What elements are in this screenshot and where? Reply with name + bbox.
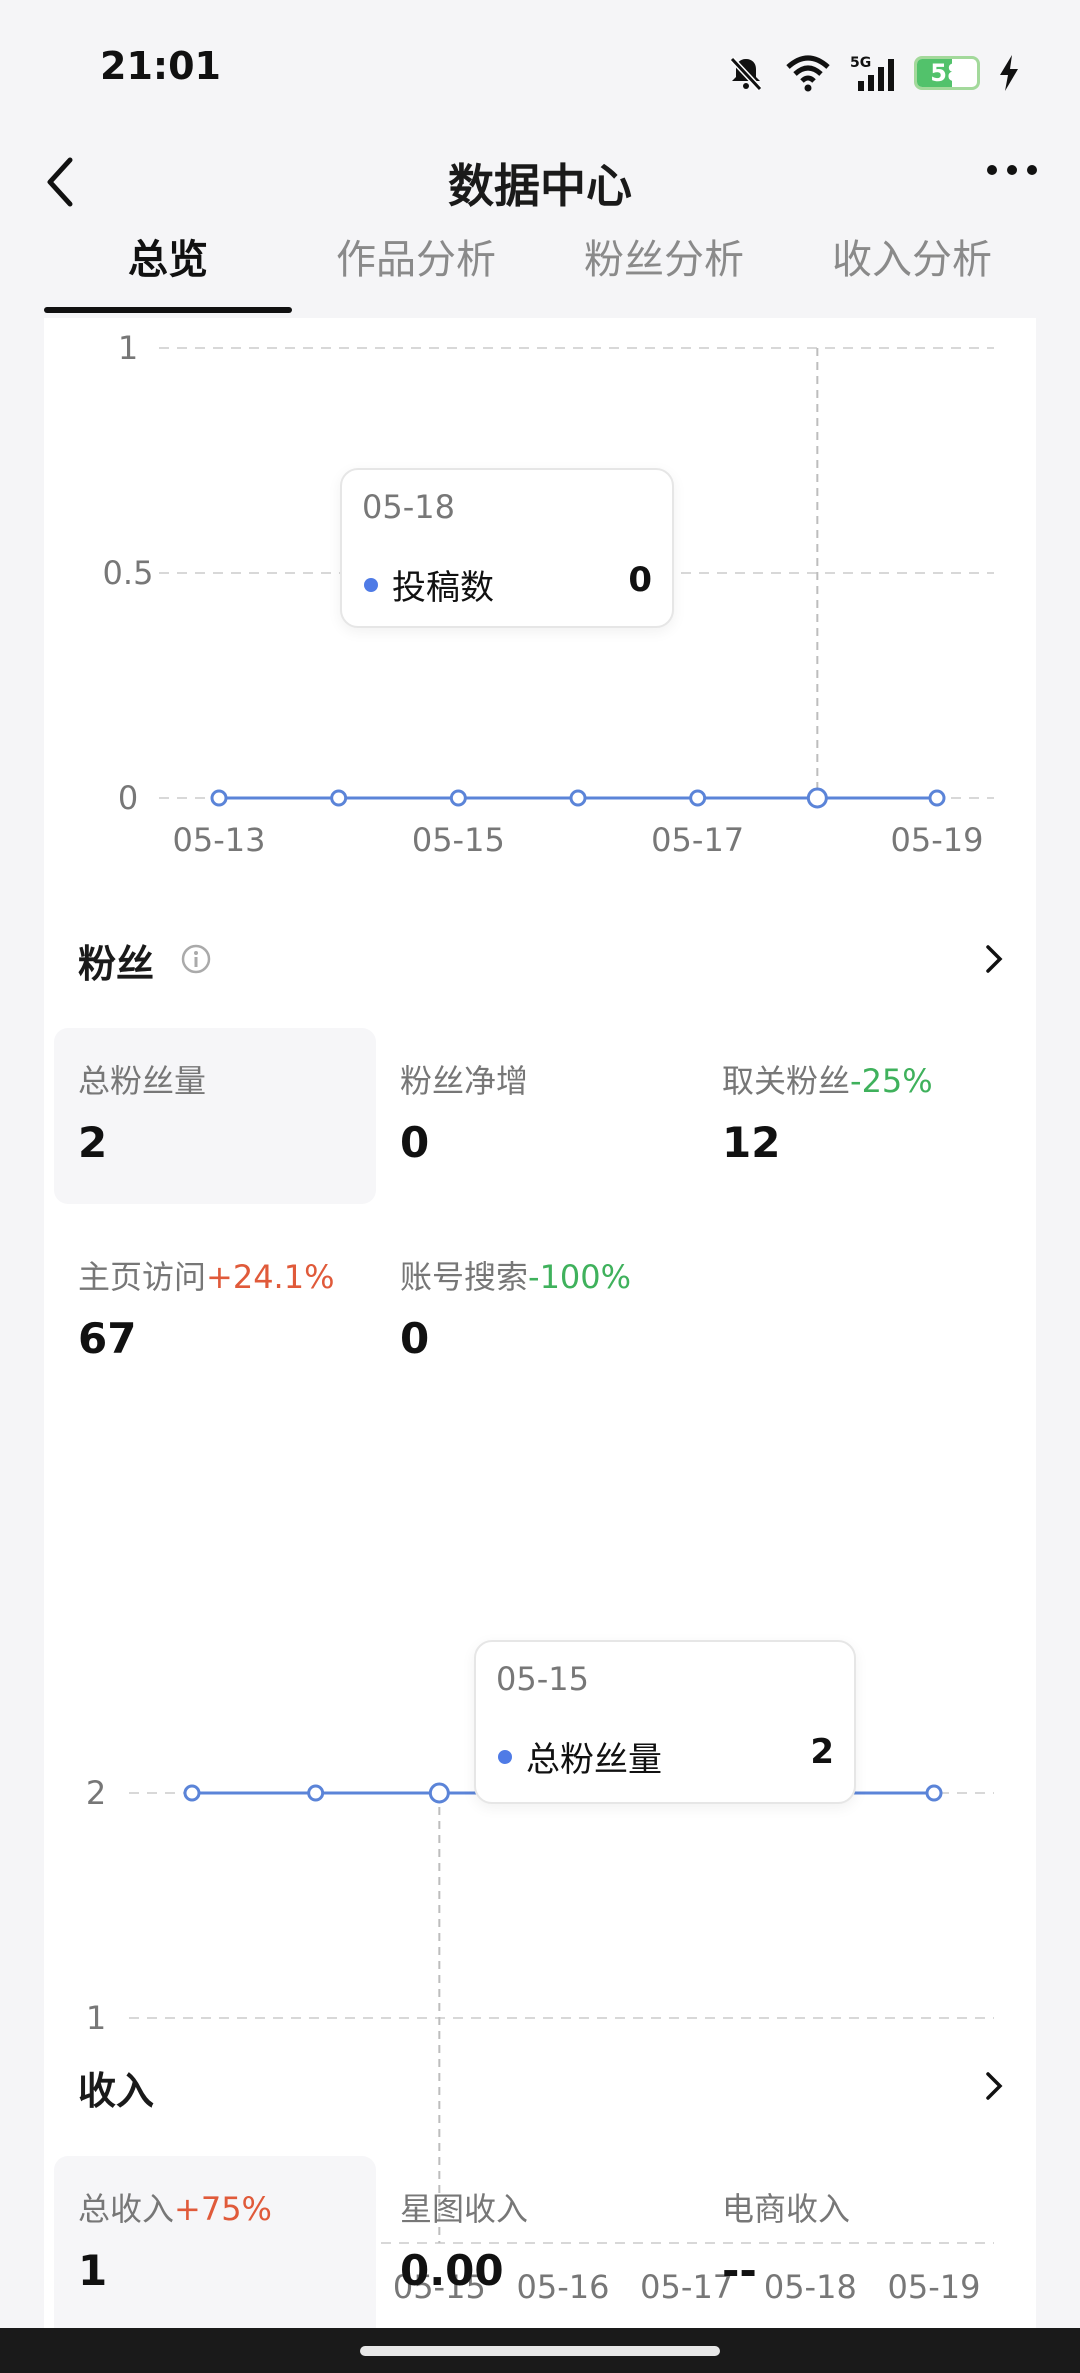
- series-dot: [498, 1750, 512, 1764]
- stat-label: 总收入+75%: [78, 2190, 272, 2228]
- nav-bar: 数据中心: [0, 130, 1080, 230]
- stat-total-fans[interactable]: 总粉丝量 2: [54, 1028, 376, 1204]
- chevron-right-icon[interactable]: [982, 2066, 1006, 2106]
- data-point: [428, 1782, 450, 1804]
- fans-section-title: 粉丝: [78, 942, 155, 986]
- data-point: [307, 1784, 325, 1802]
- data-point: [449, 789, 467, 807]
- stat-value: 0: [400, 1314, 430, 1363]
- income-section-header[interactable]: 收入: [44, 2050, 1036, 2120]
- tooltip-date: 05-18: [362, 488, 455, 526]
- data-point: [928, 789, 946, 807]
- data-point: [569, 789, 587, 807]
- stat-value: 12: [722, 1118, 781, 1167]
- charging-bolt-icon: [1000, 55, 1018, 91]
- x-tick-label: 05-13: [173, 821, 266, 859]
- series-dot: [364, 578, 378, 592]
- y-tick-label: 2: [86, 1774, 106, 1812]
- tab-works-analysis[interactable]: 作品分析: [292, 225, 540, 315]
- tooltip-date: 05-15: [496, 1660, 589, 1698]
- tooltip-value: 0: [628, 560, 652, 600]
- tab-fans-analysis[interactable]: 粉丝分析: [540, 225, 788, 315]
- tooltip-value: 2: [810, 1732, 834, 1772]
- income-section-title: 收入: [78, 2069, 155, 2113]
- total-fans-tooltip: 05-15 总粉丝量 2: [474, 1640, 856, 1804]
- wifi-icon: [786, 55, 830, 92]
- stat-value: 1: [78, 2246, 108, 2295]
- stat-label: 总粉丝量: [78, 1062, 207, 1100]
- home-indicator[interactable]: [360, 2346, 720, 2356]
- change-badge: +24.1%: [206, 1258, 335, 1296]
- stat-label: 取关粉丝-25%: [722, 1062, 933, 1100]
- stat-account-search[interactable]: 账号搜索-100% 0: [376, 1224, 698, 1400]
- fans-section-header[interactable]: 粉丝: [44, 923, 1036, 993]
- stat-value: 0: [400, 1118, 430, 1167]
- page-title: 数据中心: [448, 159, 632, 213]
- data-point: [689, 789, 707, 807]
- info-icon[interactable]: [180, 943, 212, 975]
- stat-value: --: [722, 2246, 757, 2295]
- battery-level: 58: [930, 59, 964, 87]
- stat-ecommerce-income[interactable]: 电商收入 --: [698, 2156, 1020, 2328]
- battery-indicator: 58: [914, 56, 980, 90]
- stat-net-fans[interactable]: 粉丝净增 0: [376, 1028, 698, 1204]
- stat-xingtu-income[interactable]: 星图收入 0.00: [376, 2156, 698, 2328]
- data-point: [210, 789, 228, 807]
- more-options-icon[interactable]: [984, 160, 1040, 180]
- stat-label: 粉丝净增: [400, 1062, 529, 1100]
- mute-bell-icon: [729, 56, 763, 92]
- chevron-right-icon[interactable]: [982, 939, 1006, 979]
- tab-bar: 总览 作品分析 粉丝分析 收入分析: [44, 225, 1036, 315]
- y-tick-label: 0: [118, 779, 138, 817]
- data-point: [183, 1784, 201, 1802]
- stat-label: 电商收入: [722, 2190, 851, 2228]
- stat-label: 星图收入: [400, 2190, 529, 2228]
- x-tick-label: 05-17: [651, 821, 744, 859]
- x-tick-label: 05-19: [891, 821, 984, 859]
- content-card: 1 0.5 0 05-13 05-15 05-17 05-19 05-18 投稿数 0 粉丝…: [44, 318, 1036, 2328]
- y-tick-label: 1: [86, 1999, 106, 2037]
- stat-value: 67: [78, 1314, 137, 1363]
- submissions-tooltip: 05-18 投稿数 0: [340, 468, 674, 628]
- stat-value: 2: [78, 1118, 108, 1167]
- tab-overview[interactable]: 总览: [44, 225, 292, 315]
- data-point: [806, 787, 828, 809]
- tooltip-series-name: 投稿数: [392, 568, 494, 608]
- stat-label: 主页访问+24.1%: [78, 1258, 335, 1296]
- status-bar: 21:01 5G 58: [0, 0, 1080, 130]
- network-type: 5G: [850, 55, 871, 71]
- submissions-chart: 1 0.5 0 05-13 05-15 05-17 05-19 05-18 投稿数 0: [44, 318, 1036, 878]
- stat-unfollow-fans[interactable]: 取关粉丝-25% 12: [698, 1028, 1020, 1204]
- cellular-signal-icon: 5G: [850, 55, 894, 91]
- y-tick-label: 0.5: [103, 554, 154, 592]
- change-badge: -100%: [528, 1258, 632, 1296]
- tab-income-analysis[interactable]: 收入分析: [788, 225, 1036, 315]
- home-indicator-bar: [0, 2328, 1080, 2373]
- stat-value: 0.00: [400, 2246, 504, 2295]
- status-time: 21:01: [100, 44, 221, 88]
- x-tick-label: 05-15: [412, 821, 505, 859]
- y-tick-label: 1: [118, 329, 138, 367]
- tooltip-series-name: 总粉丝量: [526, 1740, 662, 1780]
- change-badge: +75%: [174, 2190, 272, 2228]
- status-icons: 5G 58: [726, 48, 1020, 98]
- change-badge: -25%: [850, 1062, 933, 1100]
- stat-total-income[interactable]: 总收入+75% 1: [54, 2156, 376, 2328]
- stat-profile-visits[interactable]: 主页访问+24.1% 67: [54, 1224, 376, 1400]
- data-point: [925, 1784, 943, 1802]
- stat-label: 账号搜索-100%: [400, 1258, 632, 1296]
- data-point: [330, 789, 348, 807]
